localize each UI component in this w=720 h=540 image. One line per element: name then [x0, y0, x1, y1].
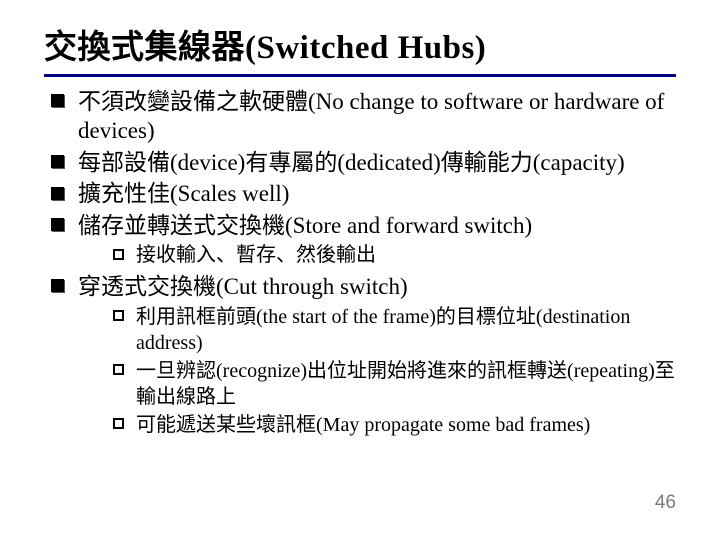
bullet-list-level2: 接收輸入、暫存、然後輸出 — [78, 242, 676, 268]
title-rule — [44, 74, 676, 77]
bullet-item: 不須改變設備之軟硬體(No change to software or hard… — [48, 87, 676, 146]
bullet-list-level2: 利用訊框前頭(the start of the frame)的目標位址(dest… — [78, 304, 676, 438]
sub-bullet-item: 利用訊框前頭(the start of the frame)的目標位址(dest… — [110, 304, 676, 356]
sub-bullet-text: 接收輸入、暫存、然後輸出 — [136, 244, 376, 266]
sub-bullet-text: 可能遞送某些壞訊框(May propagate some bad frames) — [136, 414, 590, 436]
sub-bullet-item: 接收輸入、暫存、然後輸出 — [110, 242, 676, 268]
bullet-item: 穿透式交換機(Cut through switch) 利用訊框前頭(the st… — [48, 272, 676, 437]
bullet-text: 不須改變設備之軟硬體(No change to software or hard… — [78, 89, 664, 143]
slide-title: 交換式集線器(Switched Hubs) — [44, 30, 676, 68]
bullet-text: 每部設備(device)有專屬的(dedicated)傳輸能力(capacity… — [78, 150, 625, 175]
bullet-item: 每部設備(device)有專屬的(dedicated)傳輸能力(capacity… — [48, 148, 676, 177]
bullet-text: 儲存並轉送式交換機(Store and forward switch) — [78, 213, 532, 238]
bullet-text: 擴充性佳(Scales well) — [78, 181, 289, 206]
sub-bullet-text: 一旦辨認(recognize)出位址開始將進來的訊框轉送(repeating)至… — [136, 360, 675, 408]
bullet-item: 擴充性佳(Scales well) — [48, 179, 676, 208]
slide: 交換式集線器(Switched Hubs) 不須改變設備之軟硬體(No chan… — [0, 0, 720, 540]
sub-bullet-item: 一旦辨認(recognize)出位址開始將進來的訊框轉送(repeating)至… — [110, 358, 676, 410]
bullet-list-level1: 不須改變設備之軟硬體(No change to software or hard… — [44, 87, 676, 438]
sub-bullet-item: 可能遞送某些壞訊框(May propagate some bad frames) — [110, 412, 676, 438]
bullet-text: 穿透式交換機(Cut through switch) — [78, 274, 408, 299]
page-number: 46 — [655, 492, 676, 514]
sub-bullet-text: 利用訊框前頭(the start of the frame)的目標位址(dest… — [136, 306, 630, 354]
bullet-item: 儲存並轉送式交換機(Store and forward switch) 接收輸入… — [48, 211, 676, 268]
